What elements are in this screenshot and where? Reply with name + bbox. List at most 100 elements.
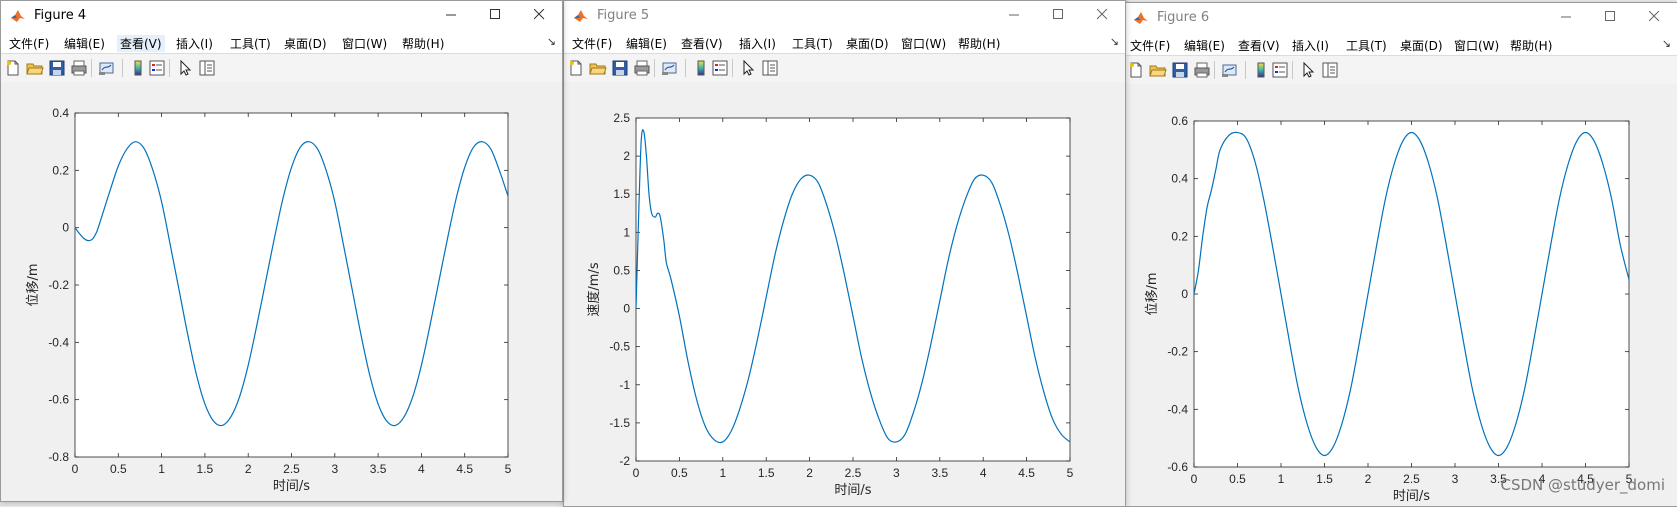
menu-window[interactable]: 窗口(W): [342, 35, 387, 52]
print-button[interactable]: [633, 59, 651, 77]
menu-view[interactable]: 查看(V): [1238, 37, 1280, 54]
maximize-button[interactable]: [476, 4, 516, 26]
title-bar[interactable]: Figure 6: [1124, 3, 1677, 33]
x-tick-label: 1.5: [197, 462, 214, 476]
x-tick-label: 0.5: [110, 462, 127, 476]
new-file-button[interactable]: [1127, 61, 1145, 79]
menu-help[interactable]: 帮助(H): [1510, 37, 1552, 54]
x-tick-label: 0.5: [671, 466, 688, 480]
pointer-icon: [1303, 61, 1315, 78]
toolbar-overflow-icon[interactable]: ↘: [547, 35, 556, 48]
y-tick-label: 2.5: [613, 111, 630, 125]
figure-6-plot: 0 0.5 1 1.5 2 2.5 3 3.5 4 4.5 5-0.6-0.4-0.200.20.4…: [1145, 114, 1633, 504]
menu-insert[interactable]: 插入(I): [739, 35, 776, 52]
x-tick-label: 1: [158, 462, 165, 476]
minimize-icon: [446, 14, 456, 16]
save-button[interactable]: [48, 59, 66, 77]
minimize-button[interactable]: [1547, 6, 1587, 28]
x-tick-label: 2: [245, 462, 252, 476]
close-button[interactable]: [1635, 6, 1675, 28]
pointer-button[interactable]: [739, 59, 757, 77]
y-axis-label: 速度/m/s: [586, 262, 602, 316]
menu-window[interactable]: 窗口(W): [901, 35, 946, 52]
save-icon: [1172, 62, 1188, 78]
minimize-button[interactable]: [432, 4, 472, 26]
x-tick-label: 4: [980, 466, 987, 480]
menu-tools[interactable]: 工具(T): [792, 35, 833, 52]
menu-insert[interactable]: 插入(I): [176, 35, 213, 52]
x-tick-label: 0.5: [1229, 472, 1246, 486]
colorbar-icon: [1257, 62, 1265, 78]
new-file-button[interactable]: [567, 59, 585, 77]
colorbar-button[interactable]: [692, 59, 710, 77]
menu-edit[interactable]: 编辑(E): [1184, 37, 1225, 54]
link-plot-button[interactable]: [1221, 61, 1239, 79]
print-button[interactable]: [1193, 61, 1211, 79]
menu-file[interactable]: 文件(F): [9, 35, 49, 52]
y-tick-label: 0.6: [1171, 114, 1188, 128]
menu-view[interactable]: 查看(V): [681, 35, 723, 52]
colorbar-button[interactable]: [1252, 61, 1270, 79]
menu-edit[interactable]: 编辑(E): [626, 35, 667, 52]
property-inspector-button[interactable]: [761, 59, 779, 77]
menu-file[interactable]: 文件(F): [572, 35, 612, 52]
menu-help[interactable]: 帮助(H): [402, 35, 444, 52]
y-tick-label: 2: [623, 149, 630, 163]
close-button[interactable]: [520, 4, 560, 26]
property-inspector-button[interactable]: [1321, 61, 1339, 79]
property-inspector-button[interactable]: [198, 59, 216, 77]
x-tick-label: 3.5: [931, 466, 948, 480]
figure-5-window[interactable]: Figure 5 文件(F) 编辑(E) 查看(V) 插入(I) 工具(T) 桌…: [563, 0, 1126, 507]
maximize-button[interactable]: [1039, 4, 1079, 26]
close-button[interactable]: [1083, 4, 1123, 26]
pointer-button[interactable]: [1299, 61, 1317, 79]
x-tick-label: 5: [1067, 466, 1074, 480]
save-button[interactable]: [611, 59, 629, 77]
menu-tools[interactable]: 工具(T): [1346, 37, 1387, 54]
save-button[interactable]: [1171, 61, 1189, 79]
toolbar-overflow-icon[interactable]: ↘: [1662, 37, 1671, 50]
link-plot-button[interactable]: [661, 59, 679, 77]
menu-desktop[interactable]: 桌面(D): [846, 35, 889, 52]
open-folder-button[interactable]: [26, 59, 44, 77]
toolbar-separator: [685, 59, 686, 77]
maximize-button[interactable]: [1591, 6, 1631, 28]
x-tick-label: 4: [418, 462, 425, 476]
menu-file[interactable]: 文件(F): [1130, 37, 1170, 54]
x-tick-label: 0: [633, 466, 640, 480]
figure-6-window[interactable]: Figure 6 文件(F) 编辑(E) 查看(V) 插入(I) 工具(T) 桌…: [1123, 2, 1677, 507]
new-file-button[interactable]: [4, 59, 22, 77]
property-inspector-icon: [1322, 62, 1338, 78]
colorbar-button[interactable]: [129, 59, 147, 77]
menu-desktop[interactable]: 桌面(D): [1400, 37, 1443, 54]
legend-button[interactable]: [1271, 61, 1289, 79]
x-tick-label: 1: [719, 466, 726, 480]
menu-view[interactable]: 查看(V): [117, 35, 165, 52]
y-tick-label: -0.6: [48, 393, 69, 407]
legend-button[interactable]: [148, 59, 166, 77]
figure-4-window[interactable]: Figure 4 文件(F) 编辑(E) 查看(V) 插入(I) 工具(T) 桌…: [0, 0, 563, 502]
menu-desktop[interactable]: 桌面(D): [284, 35, 327, 52]
toolbar-overflow-icon[interactable]: ↘: [1110, 35, 1119, 48]
figure-toolbar: [564, 53, 1125, 83]
x-tick-label: 1: [1278, 472, 1285, 486]
menu-window[interactable]: 窗口(W): [1454, 37, 1499, 54]
open-folder-button[interactable]: [589, 59, 607, 77]
print-button[interactable]: [70, 59, 88, 77]
title-bar[interactable]: Figure 4: [1, 1, 562, 31]
menu-insert[interactable]: 插入(I): [1292, 37, 1329, 54]
y-tick-label: 0.5: [613, 263, 630, 277]
menu-tools[interactable]: 工具(T): [230, 35, 271, 52]
y-tick-label: -0.2: [1167, 345, 1188, 359]
open-folder-button[interactable]: [1149, 61, 1167, 79]
menu-help[interactable]: 帮助(H): [958, 35, 1000, 52]
x-tick-label: 4.5: [456, 462, 473, 476]
pointer-button[interactable]: [176, 59, 194, 77]
menu-edit[interactable]: 编辑(E): [64, 35, 105, 52]
link-plot-button[interactable]: [98, 59, 116, 77]
figure-4-plot: 0 0.5 1 1.5 2 2.5 3 3.5 4 4.5 5 -0.8 -0.6 -0.4 -0.2 0 0.…: [26, 106, 512, 494]
title-bar[interactable]: Figure 5: [564, 1, 1125, 31]
legend-button[interactable]: [711, 59, 729, 77]
minimize-button[interactable]: [995, 4, 1035, 26]
print-icon: [71, 60, 87, 76]
